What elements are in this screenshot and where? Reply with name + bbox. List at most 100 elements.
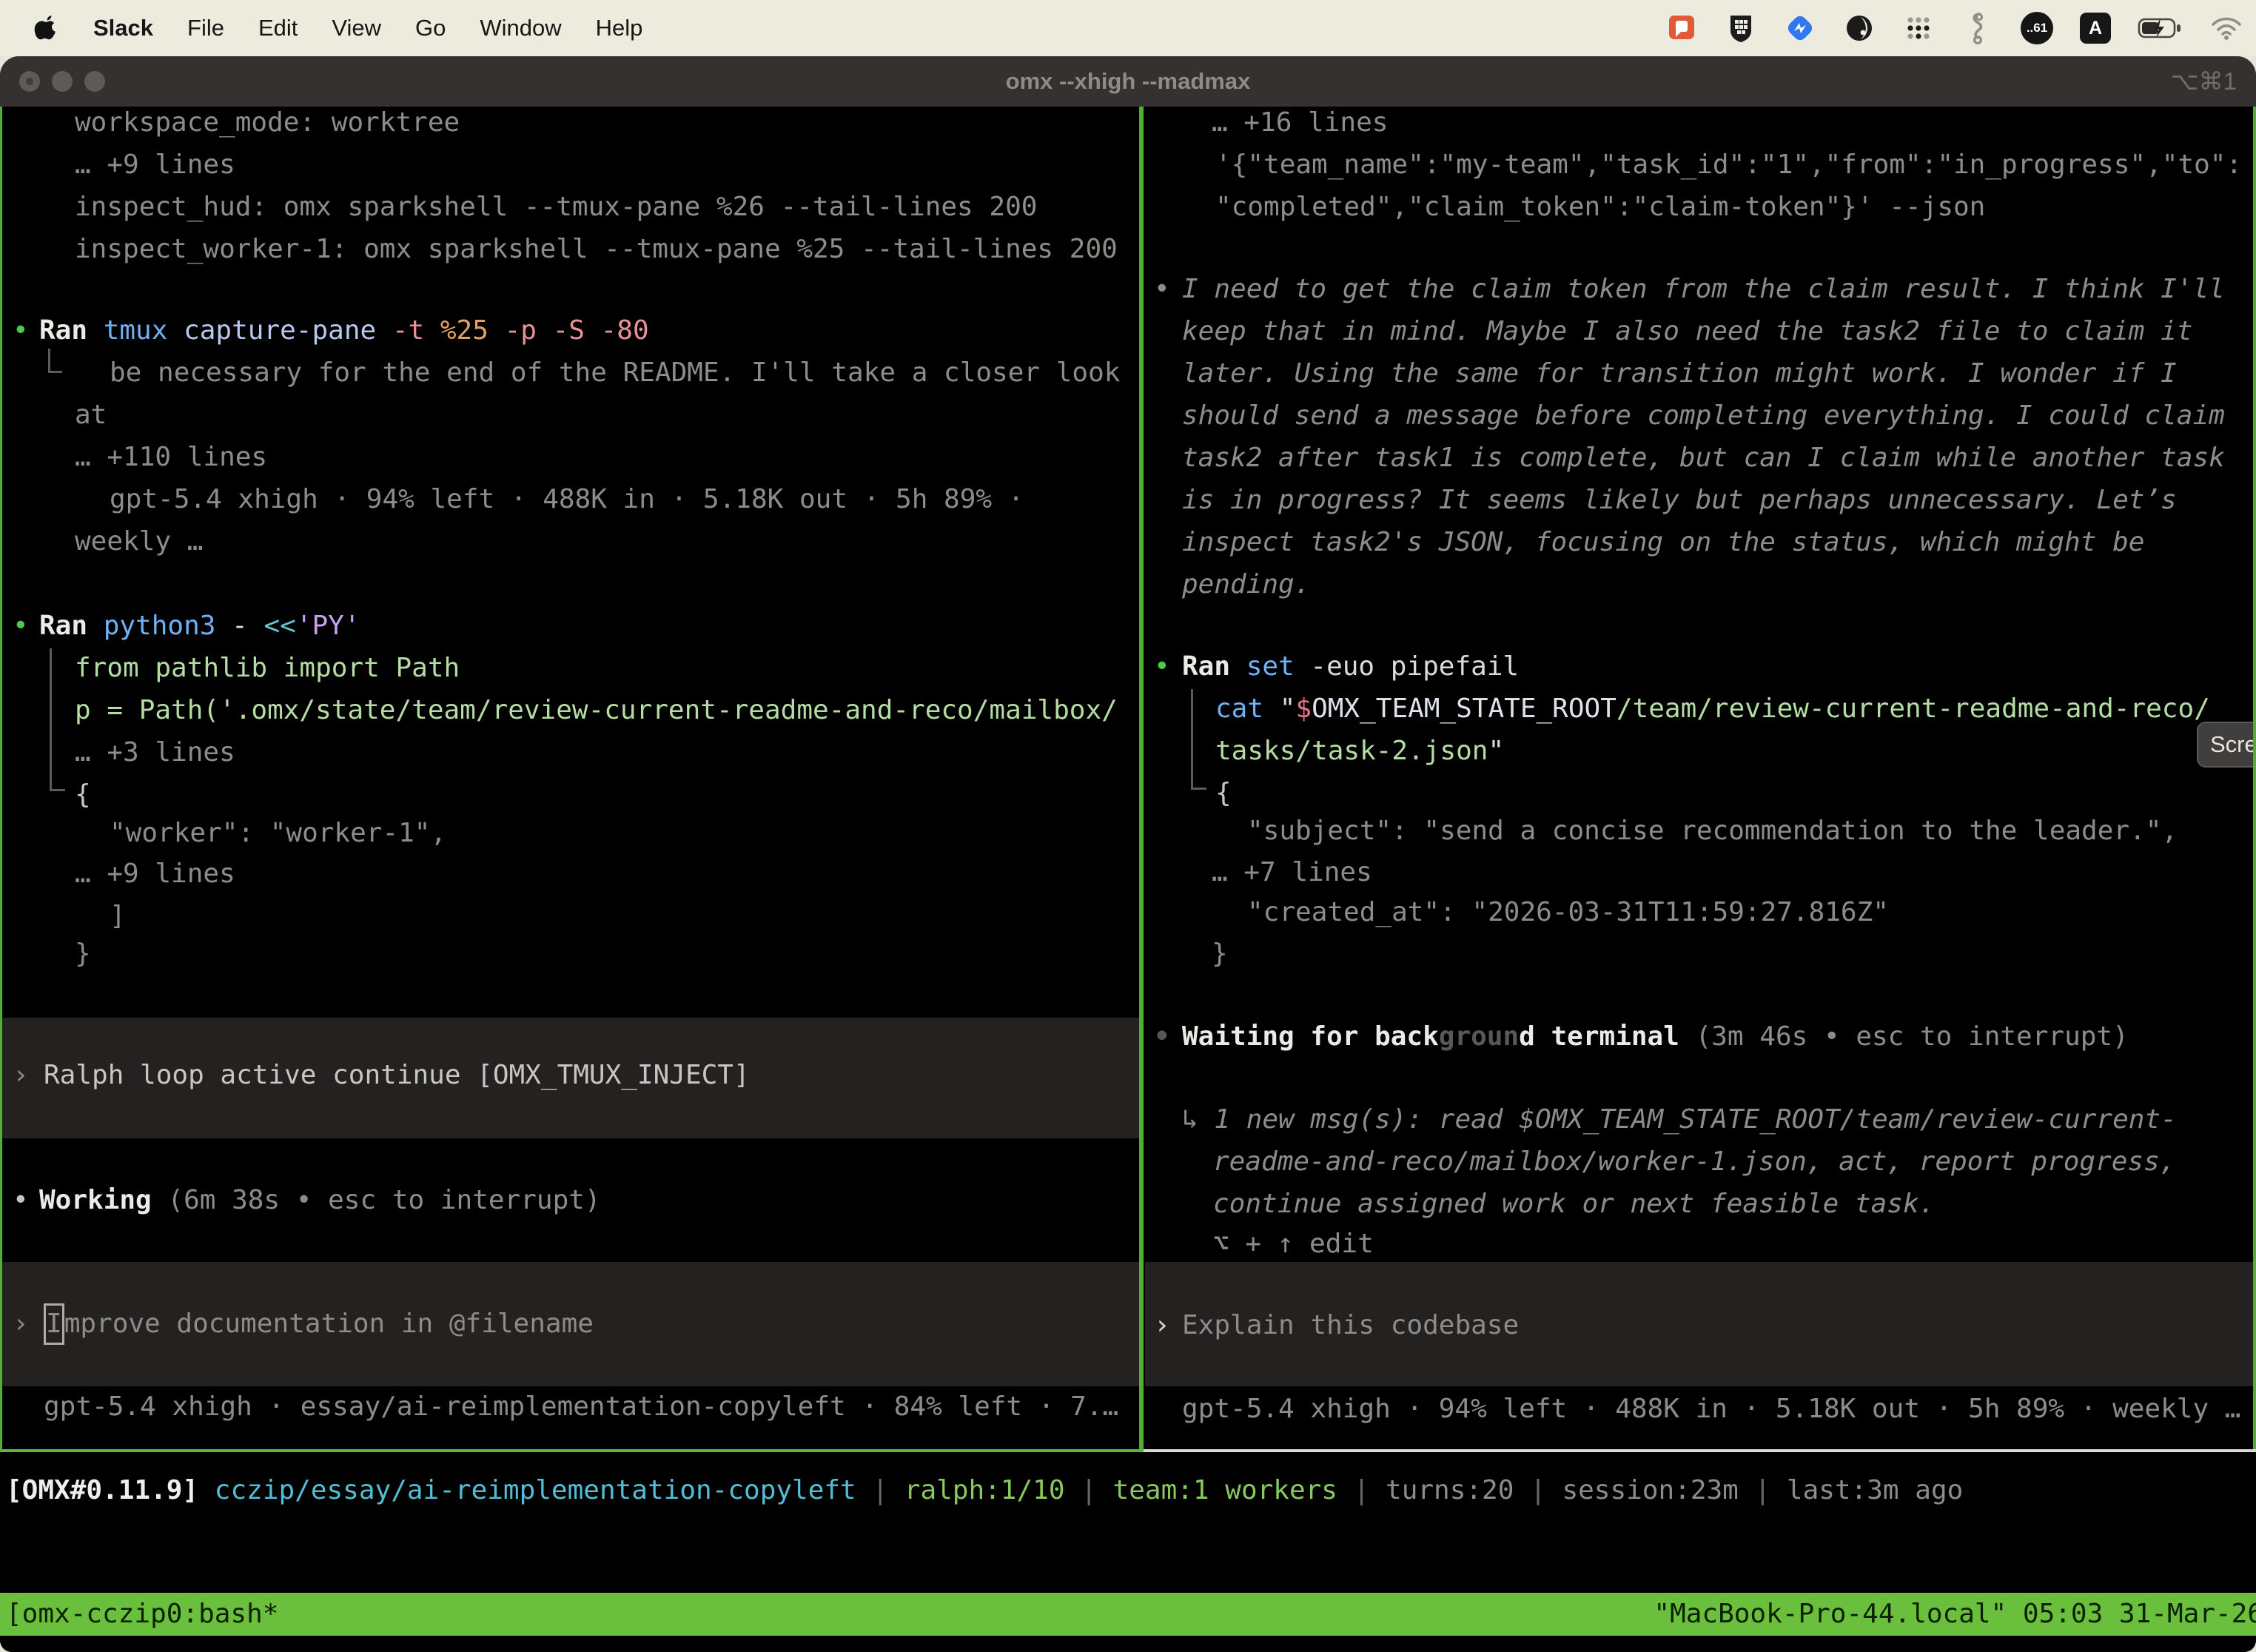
menu-item-go[interactable]: Go xyxy=(415,15,446,41)
text-segment: $ xyxy=(1295,694,1312,724)
tmux-status-bar: [omx-cczip0:bash* "MacBook-Pro-44.local"… xyxy=(0,1593,2256,1636)
terminal-line: ↳ 1 new msg(s): read $OMX_TEAM_STATE_ROO… xyxy=(1182,1098,2177,1141)
menu-item-help[interactable]: Help xyxy=(596,15,643,41)
terminal-line: Improve documentation in @filename xyxy=(44,1303,594,1345)
worker-pane[interactable]: … +16 lines'{"team_name":"my-team","task… xyxy=(1145,107,2253,1452)
menu-item-slack[interactable]: Slack xyxy=(93,15,153,41)
battery-icon[interactable] xyxy=(2138,12,2183,44)
text-segment: task2 after task1 is complete, but can I… xyxy=(1182,443,2225,473)
text-segment: inspect_hud: omx sparkshell --tmux-pane … xyxy=(75,192,1037,222)
text-segment: Ran xyxy=(39,315,104,346)
terminal-line: inspect_worker-1: omx sparkshell --tmux-… xyxy=(75,228,1118,270)
terminal-line: … +110 lines xyxy=(75,436,267,478)
screen-notification: Scre xyxy=(2197,722,2253,768)
terminal-line: • xyxy=(13,605,29,647)
status-segment: | xyxy=(1065,1475,1113,1505)
text-segment: << xyxy=(263,611,295,641)
text-segment: inspect_worker-1: omx sparkshell --tmux-… xyxy=(75,234,1118,264)
terminal-line: } xyxy=(1212,933,1228,975)
status-segment: team:1 workers xyxy=(1113,1475,1337,1505)
text-segment: cat xyxy=(1215,694,1280,724)
terminal-line: "completed","claim_token":"claim-token"}… xyxy=(1215,186,1985,228)
terminal-line: "subject": "send a concise recommendatio… xyxy=(1247,810,2178,852)
terminal-line: › xyxy=(13,1054,29,1096)
terminal-line: later. Using the same for transition mig… xyxy=(1182,352,2177,394)
terminal-line: keep that in mind. Maybe I also need the… xyxy=(1182,310,2192,352)
text-segment: -t xyxy=(392,315,440,346)
status-segment: session:23m xyxy=(1562,1475,1738,1505)
terminal-line: weekly … xyxy=(75,520,203,563)
status-segment xyxy=(198,1475,215,1505)
terminal-line: tasks/task-2.json" xyxy=(1215,730,1504,772)
leader-pane[interactable]: workspace_mode: worktree … +9 lines inspec… xyxy=(2,107,1139,1452)
navigation-app-icon[interactable] xyxy=(1784,12,1816,44)
text-segment: Explain this codebase xyxy=(1182,1310,1519,1340)
text-segment: weekly … xyxy=(75,526,203,557)
terminal-line: cat "$OMX_TEAM_STATE_ROOT/team/review-cu… xyxy=(1215,688,2210,730)
text-segment: • xyxy=(1154,1021,1170,1052)
text-segment: • xyxy=(1154,274,1170,304)
terminal-line: … +9 lines xyxy=(75,144,235,186)
text-segment: … +9 lines xyxy=(75,150,235,180)
window-title: omx --xhigh --madmax xyxy=(0,56,2256,107)
omx-session-statusline: [OMX#0.11.9] cczip/essay/ai-reimplementa… xyxy=(6,1469,1963,1511)
tmux-session-label: [omx-cczip0:bash* xyxy=(6,1593,278,1636)
text-cursor: I xyxy=(44,1303,64,1345)
status-segment: last:3m ago xyxy=(1787,1475,1963,1505)
text-segment: (6m 38s • esc to interrupt) xyxy=(167,1185,600,1215)
shield-app-icon[interactable] xyxy=(1725,12,1757,44)
pane-border-left xyxy=(0,107,2,1449)
terminal-line: at xyxy=(75,394,107,436)
text-segment: - xyxy=(232,611,263,641)
input-source-icon[interactable]: A xyxy=(2080,13,2111,44)
menu-item-edit[interactable]: Edit xyxy=(258,15,298,41)
text-segment: I need to get the claim token from the c… xyxy=(1182,274,2225,304)
text-segment: • xyxy=(13,315,29,346)
terminal-line: Waiting for background terminal (3m 46s … xyxy=(1182,1015,2129,1058)
crescent-app-icon[interactable] xyxy=(1843,12,1876,44)
text-segment: " xyxy=(1280,694,1296,724)
terminal-area: workspace_mode: worktree … +9 lines inspec… xyxy=(0,107,2256,1452)
text-segment: "completed","claim_token":"claim-token"}… xyxy=(1215,192,1985,222)
window-titlebar: omx --xhigh --madmax ⌥⌘1 xyxy=(0,56,2256,107)
text-segment: python3 xyxy=(104,611,232,641)
terminal-line: I need to get the claim token from the c… xyxy=(1182,268,2225,310)
badge-61-icon[interactable]: ..61 xyxy=(2021,12,2053,44)
status-segment: | xyxy=(1337,1475,1386,1505)
text-segment: pending. xyxy=(1182,569,1310,600)
text-segment: %25 xyxy=(440,315,505,346)
terminal-line: Ran tmux capture-pane -t %25 -p -S -80 xyxy=(39,309,649,352)
terminal-line: › xyxy=(1154,1304,1170,1346)
text-segment: "created_at": "2026-03-31T11:59:27.816Z" xyxy=(1247,897,1889,927)
tmux-host-clock: "MacBook-Pro-44.local" 05:03 31-Mar-26 xyxy=(1654,1593,2256,1636)
text-segment: { xyxy=(1215,778,1232,808)
badge-61-label: ..61 xyxy=(2027,21,2047,36)
text-segment: at xyxy=(75,400,107,430)
status-segment: | xyxy=(856,1475,904,1505)
text-segment: should send a message before completing … xyxy=(1182,400,2225,431)
text-segment: (3m 46s • esc to interrupt) xyxy=(1696,1021,2129,1052)
squiggle-icon[interactable] xyxy=(1961,12,1994,44)
text-segment: • xyxy=(1154,651,1170,682)
apple-menu-icon[interactable] xyxy=(34,13,59,43)
dots-grid-icon[interactable] xyxy=(1902,12,1935,44)
text-segment: Waiting for back xyxy=(1182,1021,1439,1052)
text-segment: readme-and-reco/mailbox/worker-1.json, a… xyxy=(1213,1146,2175,1177)
status-segment: | xyxy=(1514,1475,1562,1505)
text-segment: workspace_mode: worktree xyxy=(75,107,460,138)
text-segment: later. Using the same for transition mig… xyxy=(1182,358,2177,389)
text-segment: mprove documentation in @filename xyxy=(64,1309,594,1339)
pane-divider[interactable] xyxy=(1139,107,1144,1449)
terminal-line: › xyxy=(13,1303,29,1345)
terminal-line: inspect task2's JSON, focusing on the st… xyxy=(1182,521,2144,563)
text-segment: › xyxy=(13,1309,29,1339)
menu-item-view[interactable]: View xyxy=(332,15,381,41)
menu-item-window[interactable]: Window xyxy=(480,15,561,41)
wifi-icon[interactable] xyxy=(2210,12,2243,44)
menu-item-file[interactable]: File xyxy=(187,15,224,41)
text-segment: • xyxy=(13,611,29,641)
block-connector xyxy=(50,648,65,791)
menu-left: Slack File Edit View Go Window Help xyxy=(0,13,642,43)
chat-app-icon[interactable] xyxy=(1665,12,1698,44)
status-segment: turns:20 xyxy=(1386,1475,1514,1505)
